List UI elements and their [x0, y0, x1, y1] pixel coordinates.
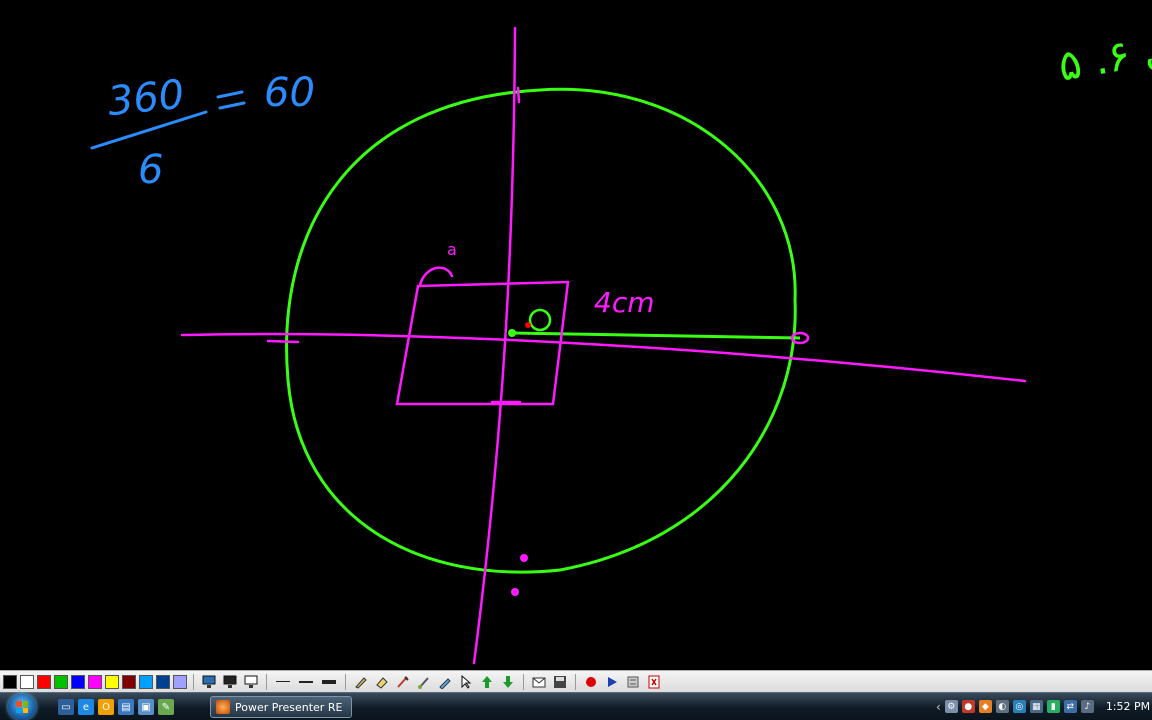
toolbar-separator — [193, 673, 194, 690]
toolbar-separator — [523, 673, 524, 690]
volume-icon[interactable]: ♪ — [1080, 700, 1094, 713]
exit-icon[interactable] — [645, 673, 663, 691]
tray-app-icon-4[interactable]: ◐ — [995, 700, 1009, 713]
pen-icon[interactable] — [352, 673, 370, 691]
power-presenter-icon — [216, 700, 230, 714]
color-swatch-red[interactable] — [37, 674, 51, 689]
whiteboard-canvas[interactable]: 360 6 60 سوال ۶. ۵ a 4cm — [0, 0, 1152, 670]
color-swatch-green[interactable] — [54, 674, 68, 689]
monitor-icon[interactable] — [200, 673, 218, 691]
quick-launch-bar: ▭ e O ▤ ▣ ✎ — [58, 699, 174, 715]
taskbar-app-label: Power Presenter RE — [235, 700, 343, 714]
color-swatch-magenta[interactable] — [88, 674, 102, 689]
result-text: 60 — [264, 70, 315, 116]
length-label: 4cm — [594, 286, 654, 319]
color-swatch-black[interactable] — [3, 674, 17, 689]
square-top-label: a — [447, 240, 457, 259]
save-icon[interactable] — [551, 673, 569, 691]
tick-top — [516, 86, 521, 104]
tray-app-icon-5[interactable]: ◎ — [1012, 700, 1026, 713]
computer-icon[interactable]: ▣ — [138, 699, 154, 715]
tick-left — [266, 339, 300, 344]
color-swatch-white[interactable] — [20, 674, 34, 689]
windows-logo-icon — [16, 701, 28, 713]
tray-app-icon-2[interactable]: ● — [961, 700, 975, 713]
denominator-text: 6 — [138, 147, 163, 193]
arrow-down-icon[interactable] — [499, 673, 517, 691]
tray-app-icon-3[interactable]: ◆ — [978, 700, 992, 713]
internet-explorer-icon[interactable]: e — [78, 699, 94, 715]
windows-taskbar: ▭ e O ▤ ▣ ✎ Power Presenter RE ‹ ⚙ ● ◆ ◐… — [0, 692, 1152, 720]
arrow-up-icon[interactable] — [478, 673, 496, 691]
envelope-icon[interactable] — [530, 673, 548, 691]
paint-icon[interactable]: ✎ — [158, 699, 174, 715]
toolbar-separator — [345, 673, 346, 690]
marker-icon[interactable] — [436, 673, 454, 691]
taskbar-app-power-presenter[interactable]: Power Presenter RE — [210, 696, 352, 718]
monitor-icon[interactable] — [242, 673, 260, 691]
monitor-icon[interactable] — [221, 673, 239, 691]
center-dot — [508, 329, 516, 337]
outlook-icon[interactable]: O — [98, 699, 114, 715]
cursor-dot — [525, 322, 531, 328]
show-desktop-icon[interactable]: ▭ — [58, 699, 74, 715]
battery-icon[interactable]: ▮ — [1046, 700, 1060, 713]
color-swatch-yellow[interactable] — [105, 674, 119, 689]
brush-icon[interactable] — [415, 673, 433, 691]
window-switcher-icon[interactable]: ▤ — [118, 699, 134, 715]
play-icon[interactable] — [603, 673, 621, 691]
color-swatch-maroon[interactable] — [122, 674, 136, 689]
toolbar-separator — [575, 673, 576, 690]
system-tray: ‹ ⚙ ● ◆ ◐ ◎ ▦ ▮ ⇄ ♪ 1:52 PM — [930, 693, 1152, 720]
highlighter-icon[interactable] — [394, 673, 412, 691]
network-icon[interactable]: ▦ — [1029, 700, 1043, 713]
toolbar-separator — [266, 673, 267, 690]
clock[interactable]: 1:52 PM — [1106, 700, 1150, 713]
settings-icon[interactable] — [624, 673, 642, 691]
color-swatch-blue[interactable] — [71, 674, 85, 689]
drawing-toolbar — [0, 670, 1152, 692]
numerator-text: 360 — [106, 71, 187, 125]
record-icon[interactable] — [582, 673, 600, 691]
color-swatch-navy[interactable] — [156, 674, 170, 689]
eraser-icon[interactable] — [373, 673, 391, 691]
magenta-dot-2 — [511, 588, 519, 596]
show-hidden-icons-chevron[interactable]: ‹ — [936, 700, 941, 714]
color-swatch-sky[interactable] — [139, 674, 153, 689]
pointer-icon[interactable] — [457, 673, 475, 691]
start-button[interactable] — [8, 694, 36, 720]
network-status-icon[interactable]: ⇄ — [1063, 700, 1077, 713]
color-swatch-lavender[interactable] — [173, 674, 187, 689]
magenta-dot-1 — [520, 554, 528, 562]
medium-line-button[interactable] — [296, 673, 316, 691]
tray-app-icon-1[interactable]: ⚙ — [944, 700, 958, 713]
thick-line-button[interactable] — [319, 673, 339, 691]
thin-line-button[interactable] — [273, 673, 293, 691]
